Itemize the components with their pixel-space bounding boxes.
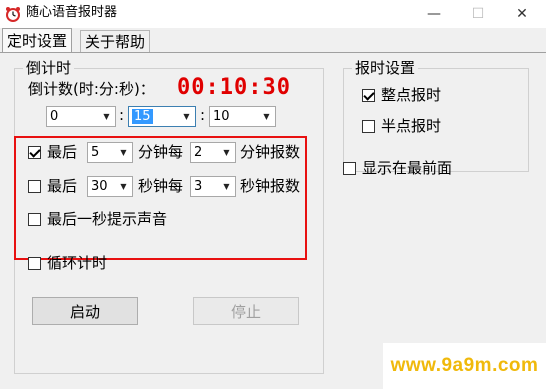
maximize-icon: ☐ <box>471 6 485 22</box>
countdown-prompt: 倒计数(时:分:秒)： <box>28 80 155 98</box>
topmost-checkbox[interactable]: 显示在最前面 <box>343 158 452 178</box>
topmost-label: 显示在最前面 <box>362 159 453 177</box>
close-icon: ✕ <box>516 6 528 22</box>
half-hour-label: 半点报时 <box>381 117 442 135</box>
on-hour-label: 整点报时 <box>381 86 442 104</box>
countdown-group-label: 倒计时 <box>23 59 75 77</box>
site-watermark: www.9a9m.com <box>383 343 546 389</box>
report-group-label: 报时设置 <box>352 59 419 77</box>
half-hour-checkbox[interactable]: 半点报时 <box>362 116 441 136</box>
chevron-down-icon: ▼ <box>103 112 110 121</box>
minimize-icon: — <box>427 6 441 22</box>
seconds-value: 10 <box>213 109 230 124</box>
minutes-select[interactable]: 15 ▼ <box>128 106 196 127</box>
on-hour-checkbox[interactable]: 整点报时 <box>362 85 441 105</box>
minimize-button[interactable]: — <box>412 0 456 28</box>
countdown-display: 00:10:30 <box>177 75 291 100</box>
start-button[interactable]: 启动 <box>32 297 138 325</box>
checkbox-icon <box>28 256 41 270</box>
hours-select[interactable]: 0 ▼ <box>46 106 116 127</box>
client-area: 定时设置 关于帮助 倒计时 倒计数(时:分:秒)： 00:10:30 0 ▼ :… <box>0 28 546 389</box>
close-button[interactable]: ✕ <box>500 0 544 28</box>
checkbox-checked-icon <box>362 88 375 102</box>
time-separator: : <box>200 106 206 124</box>
alarm-clock-icon <box>6 7 20 22</box>
checkbox-icon <box>343 161 356 175</box>
minutes-value: 15 <box>132 109 153 124</box>
checkbox-icon <box>362 119 375 133</box>
tab-timer-settings[interactable]: 定时设置 <box>2 28 73 52</box>
maximize-button[interactable]: ☐ <box>456 0 500 28</box>
chevron-down-icon: ▼ <box>263 112 270 121</box>
seconds-select[interactable]: 10 ▼ <box>209 106 276 127</box>
rules-highlight-box <box>14 136 307 260</box>
time-separator: : <box>119 106 125 124</box>
tab-about-help[interactable]: 关于帮助 <box>80 30 151 52</box>
tab-divider <box>0 52 546 53</box>
hours-value: 0 <box>50 109 59 124</box>
title-bar: 随心语音报时器 — ☐ ✕ <box>0 0 546 28</box>
stop-button[interactable]: 停止 <box>193 297 299 325</box>
window-title: 随心语音报时器 <box>26 5 118 20</box>
chevron-down-icon: ▼ <box>183 112 190 121</box>
loop-checkbox[interactable]: 循环计时 <box>28 253 107 273</box>
watermark-text: www.9a9m.com <box>390 355 539 376</box>
loop-label: 循环计时 <box>47 254 108 272</box>
